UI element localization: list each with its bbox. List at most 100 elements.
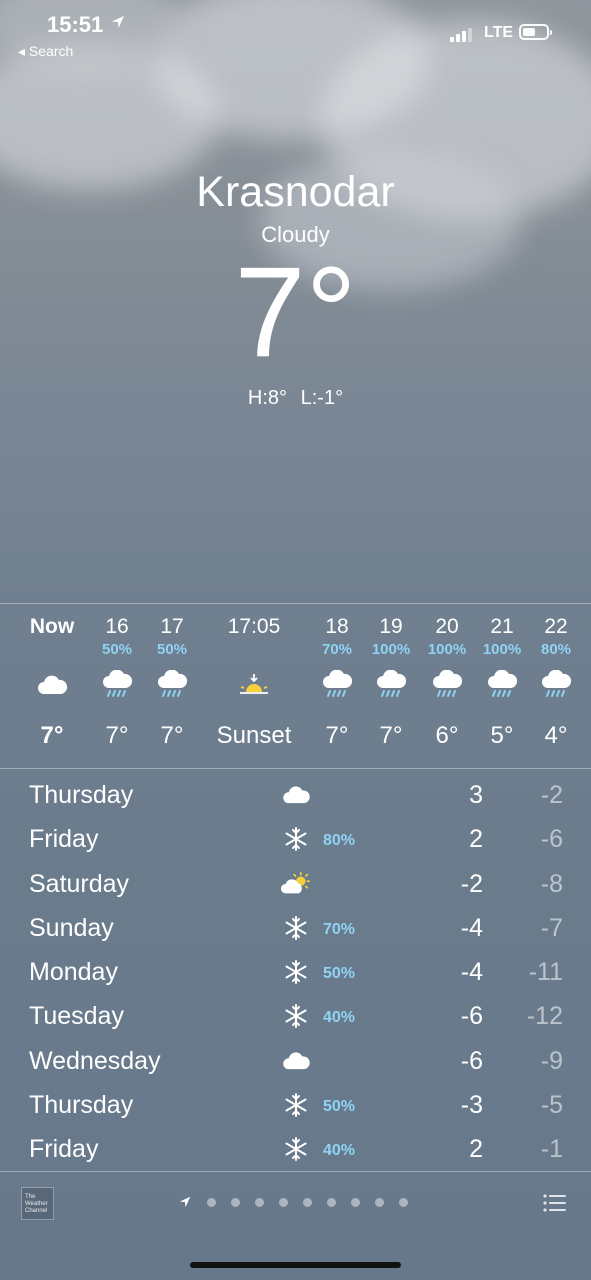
day-low: -8 xyxy=(540,869,563,898)
page-dot[interactable] xyxy=(255,1197,264,1207)
day-precip: 40% xyxy=(323,1142,356,1160)
cloud-icon xyxy=(17,666,87,704)
day-high: 2 xyxy=(469,825,483,854)
page-dot[interactable] xyxy=(327,1197,336,1207)
day-row: Thursday 50% -3 -5 xyxy=(0,1084,591,1128)
network-type: LTE xyxy=(484,24,514,41)
location-arrow-icon xyxy=(179,1196,191,1208)
cloud-rain-icon xyxy=(521,666,591,704)
hourly-forecast[interactable]: Now 7° 16 50% 7° 17 50% 7° 17:05 Sunset … xyxy=(0,604,591,768)
sunset-icon xyxy=(204,666,304,704)
day-row: Friday 80% 2 -6 xyxy=(0,818,591,862)
hour-precip: 50% xyxy=(156,641,188,658)
cloud-icon xyxy=(280,1046,312,1076)
day-name: Tuesday xyxy=(29,1002,124,1031)
hour-item-sunset: 17:05 Sunset xyxy=(204,604,304,750)
sunset-time: 17:05 xyxy=(227,615,281,638)
day-precip: 40% xyxy=(323,1009,356,1027)
hour-item: 17 50% 7° xyxy=(137,604,207,750)
hour-precip xyxy=(204,640,304,660)
high-temp: H:8° xyxy=(247,387,288,409)
day-row: Sunday 70% -4 -7 xyxy=(0,907,591,951)
hour-time: 17 xyxy=(160,615,184,638)
snowflake-icon xyxy=(280,824,312,854)
page-dot[interactable] xyxy=(399,1197,408,1207)
day-high: -6 xyxy=(460,1046,483,1075)
status-bar: 15:51 ◂ Search LTE xyxy=(0,0,591,70)
day-row: Thursday 3 -2 xyxy=(0,774,591,818)
snowflake-icon xyxy=(280,1090,312,1120)
day-row: Tuesday 40% -6 -12 xyxy=(0,995,591,1039)
day-low: -1 xyxy=(540,1135,563,1164)
hour-item: Now 7° xyxy=(17,604,87,750)
hour-temp: 7° xyxy=(160,722,184,749)
day-low: -6 xyxy=(540,825,563,854)
day-precip: 50% xyxy=(323,965,356,983)
hour-precip: 80% xyxy=(540,641,572,658)
footer-bar: The Weather Channel xyxy=(0,1172,591,1280)
day-name: Wednesday xyxy=(29,1046,161,1075)
day-name: Friday xyxy=(29,1135,99,1164)
back-to-search-link[interactable]: ◂ Search xyxy=(18,43,73,60)
day-low: -2 xyxy=(540,781,563,809)
day-low: -11 xyxy=(528,958,563,987)
day-row: Wednesday -6 -9 xyxy=(0,1040,591,1084)
day-low: -9 xyxy=(540,1046,563,1075)
day-low: -12 xyxy=(526,1002,563,1031)
day-name: Friday xyxy=(29,825,99,854)
day-low: -7 xyxy=(540,913,563,942)
page-indicator[interactable] xyxy=(178,1194,408,1210)
partly-cloudy-icon xyxy=(280,869,312,899)
hour-temp: 7° xyxy=(40,722,64,749)
cellular-signal-icon xyxy=(450,26,474,42)
page-dot[interactable] xyxy=(375,1197,384,1207)
hour-precip xyxy=(17,640,87,660)
day-high: -6 xyxy=(460,1002,483,1031)
divider xyxy=(0,768,591,769)
hour-item: 22 80% 4° xyxy=(521,604,591,750)
snowflake-icon xyxy=(280,957,312,987)
current-temperature: 7° xyxy=(234,241,357,384)
day-name: Saturday xyxy=(29,869,130,898)
day-high: -4 xyxy=(460,913,483,942)
hour-time: 22 xyxy=(544,615,568,638)
day-row: Friday 40% 2 -1 xyxy=(0,1128,591,1172)
snowflake-icon xyxy=(280,913,312,943)
page-dot[interactable] xyxy=(303,1197,312,1207)
day-name: Thursday xyxy=(29,781,134,809)
weather-channel-logo[interactable]: The Weather Channel xyxy=(21,1187,54,1220)
city-name: Krasnodar xyxy=(196,168,395,216)
day-high: -2 xyxy=(460,869,483,898)
battery-icon xyxy=(519,24,552,40)
day-precip: 50% xyxy=(323,1098,356,1116)
day-precip: 70% xyxy=(323,920,356,938)
day-row: Monday 50% -4 -11 xyxy=(0,951,591,995)
day-low: -5 xyxy=(540,1091,563,1120)
snowflake-icon xyxy=(280,1134,312,1164)
home-indicator[interactable] xyxy=(190,1262,401,1268)
page-dot[interactable] xyxy=(207,1197,216,1207)
sunset-label: Sunset xyxy=(216,722,292,749)
day-name: Sunday xyxy=(29,913,114,942)
hour-time: Now xyxy=(29,615,75,638)
page-dot[interactable] xyxy=(279,1197,288,1207)
cloud-rain-icon xyxy=(137,666,207,704)
status-time: 15:51 xyxy=(47,12,104,37)
day-row: Saturday -2 -8 xyxy=(0,863,591,907)
page-dot[interactable] xyxy=(351,1197,360,1207)
day-name: Thursday xyxy=(29,1091,134,1120)
cloud-icon xyxy=(280,780,312,810)
day-name: Monday xyxy=(29,958,118,987)
list-icon[interactable] xyxy=(543,1194,567,1212)
high-low: H:8° L:-1° xyxy=(0,387,591,410)
location-arrow-icon xyxy=(112,16,124,28)
hour-temp: 4° xyxy=(544,722,568,749)
day-precip: 80% xyxy=(323,832,356,850)
day-high: 2 xyxy=(469,1135,483,1164)
day-high: -4 xyxy=(460,958,483,987)
page-dot[interactable] xyxy=(231,1197,240,1207)
daily-forecast[interactable]: Thursday 3 -2 Friday 80% 2 -6 Saturday -… xyxy=(0,774,591,1173)
day-high: -3 xyxy=(460,1091,483,1120)
snowflake-icon xyxy=(280,1001,312,1031)
day-high: 3 xyxy=(469,781,483,809)
